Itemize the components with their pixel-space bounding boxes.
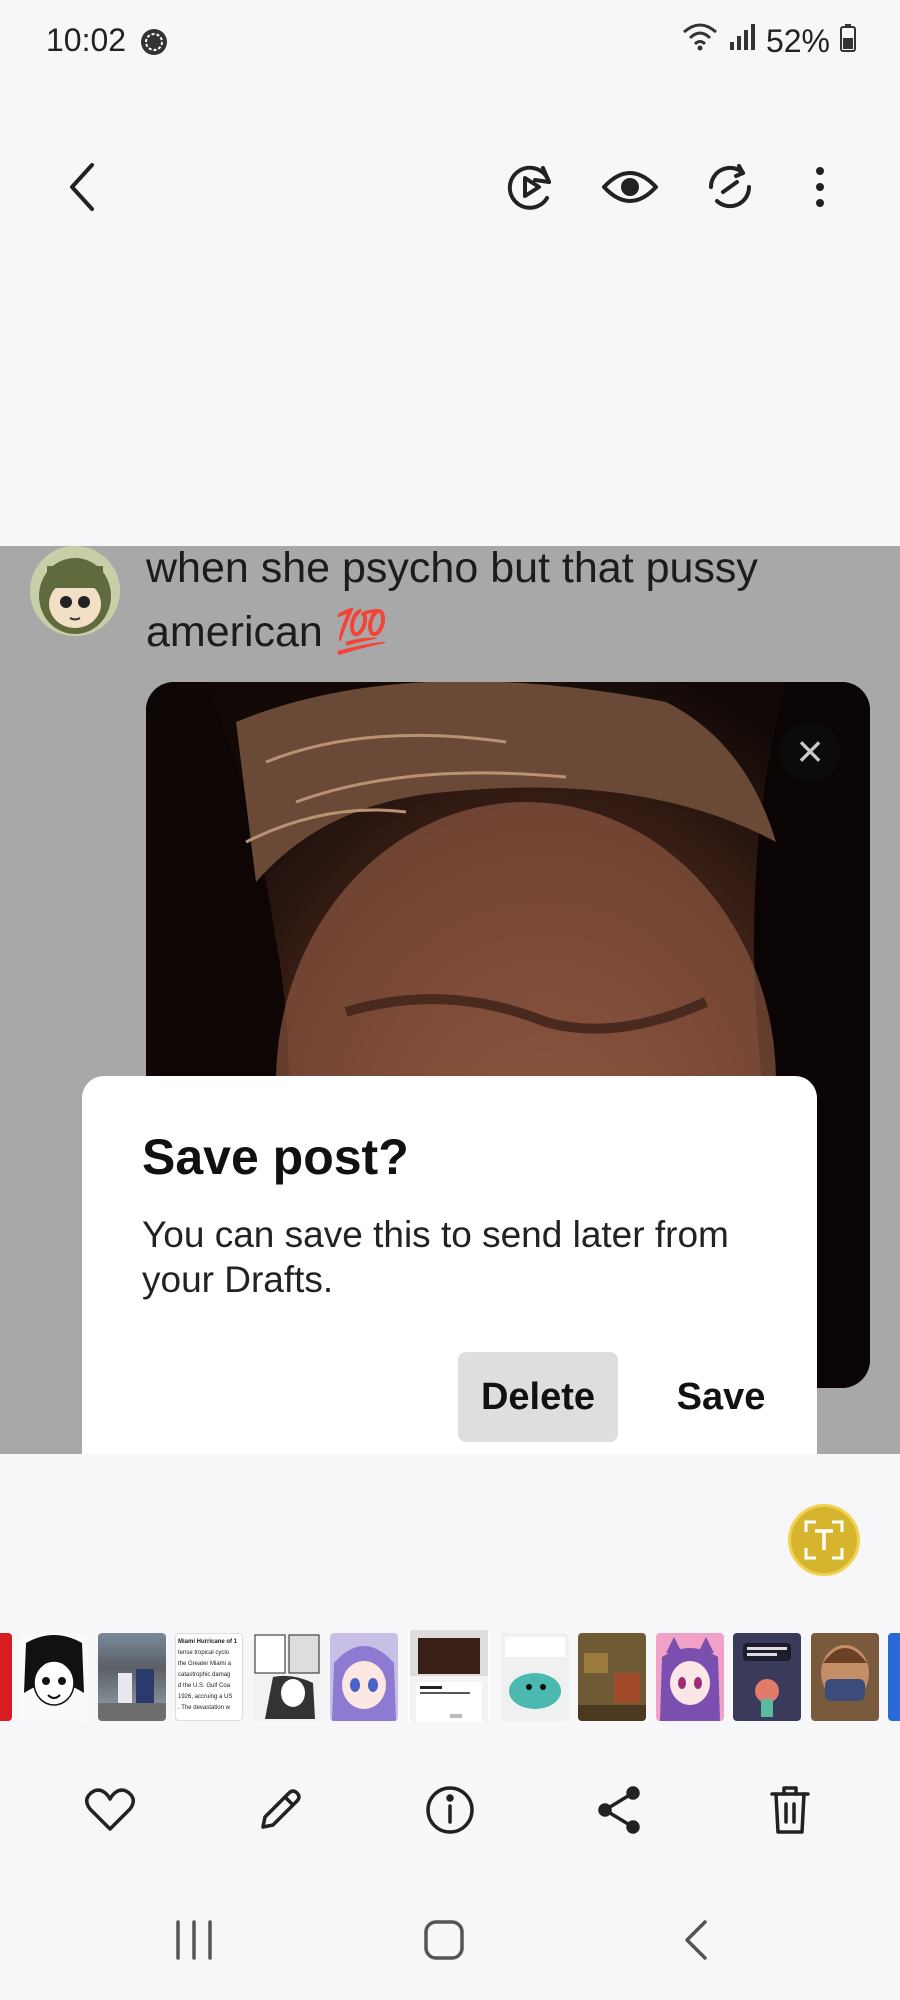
thumb-street-photo[interactable]: [98, 1633, 166, 1721]
thumbnail-strip[interactable]: Miami Hurricane of 1 tense tropical cycl…: [0, 1630, 900, 1722]
share-icon: [598, 1786, 640, 1834]
save-post-dialog: Save post? You can save this to send lat…: [82, 1076, 817, 1454]
thumb-blue-partial[interactable]: [888, 1633, 900, 1721]
edit-pencil-icon: [261, 1789, 301, 1829]
battery-level: 52%: [765, 22, 830, 59]
messenger-icon: [138, 26, 170, 63]
thumb-masked-man[interactable]: [811, 1633, 879, 1721]
view-button[interactable]: [598, 155, 662, 219]
recents-icon: [176, 1920, 212, 1960]
article-line: tense tropical cyclo: [178, 1650, 230, 1656]
back-nav-icon: [685, 1920, 707, 1960]
avatar: [30, 546, 120, 636]
article-line: . The devastation w: [178, 1705, 230, 1711]
nav-back-button[interactable]: [664, 1908, 728, 1972]
delete-button: Delete: [458, 1352, 618, 1442]
rotate-icon: [708, 164, 752, 209]
text-scan-icon: [804, 1520, 844, 1560]
thumb-anime-girl-purple[interactable]: [330, 1633, 398, 1721]
delete-image-button[interactable]: [758, 1778, 822, 1842]
more-icon: [816, 167, 824, 207]
status-time: 10:02: [46, 22, 127, 58]
status-right: 52%: [682, 22, 856, 60]
recents-button[interactable]: [162, 1908, 226, 1972]
thumb-manga-page[interactable]: [253, 1633, 321, 1721]
home-button[interactable]: [412, 1908, 476, 1972]
thumb-catgirl-pink[interactable]: [656, 1633, 724, 1721]
back-button[interactable]: [50, 155, 114, 219]
edit-button[interactable]: [248, 1778, 312, 1842]
eye-icon: [602, 171, 658, 203]
thumb-teal-creature[interactable]: [501, 1633, 569, 1721]
thumb-red-partial[interactable]: [0, 1633, 12, 1721]
trash-icon: [770, 1786, 810, 1834]
thumb-room-photo[interactable]: [578, 1633, 646, 1721]
rotate-button[interactable]: [698, 155, 762, 219]
home-icon: [424, 1920, 464, 1960]
tweet-text: when she psycho but that pussy american …: [146, 546, 758, 656]
article-line: Miami Hurricane of 1: [178, 1639, 238, 1645]
more-options-button[interactable]: [788, 155, 852, 219]
battery-icon: [840, 23, 856, 60]
details-button[interactable]: [418, 1778, 482, 1842]
media-close-button: ×: [780, 722, 840, 782]
dialog-body: You can save this to send later from you…: [142, 1214, 729, 1300]
thumb-article-text[interactable]: Miami Hurricane of 1 tense tropical cycl…: [175, 1633, 243, 1721]
info-icon: [426, 1786, 474, 1834]
favorite-button[interactable]: [78, 1778, 142, 1842]
wifi-icon: [682, 22, 718, 60]
play-remaster-icon: [507, 165, 551, 210]
article-line: the Greater Miami a: [178, 1661, 232, 1667]
dialog-title: Save post?: [142, 1129, 409, 1185]
thumb-dark-message[interactable]: [733, 1633, 801, 1721]
signal-icon: [728, 22, 756, 60]
heart-icon: [85, 1788, 135, 1831]
article-line: d the U.S. Gulf Coa: [178, 1683, 231, 1689]
thumb-manga-girl[interactable]: [20, 1633, 88, 1721]
thumb-current-save-post[interactable]: [408, 1630, 490, 1722]
save-button: Save: [676, 1376, 766, 1418]
remaster-button[interactable]: [498, 155, 562, 219]
back-icon: [70, 163, 94, 211]
text-recognition-button[interactable]: [788, 1504, 860, 1576]
share-button[interactable]: [588, 1778, 652, 1842]
displayed-image[interactable]: when she psycho but that pussy american …: [0, 546, 900, 1454]
article-line: catastrophic damag: [178, 1672, 231, 1678]
article-line: 1926, accruing a US: [178, 1694, 233, 1700]
